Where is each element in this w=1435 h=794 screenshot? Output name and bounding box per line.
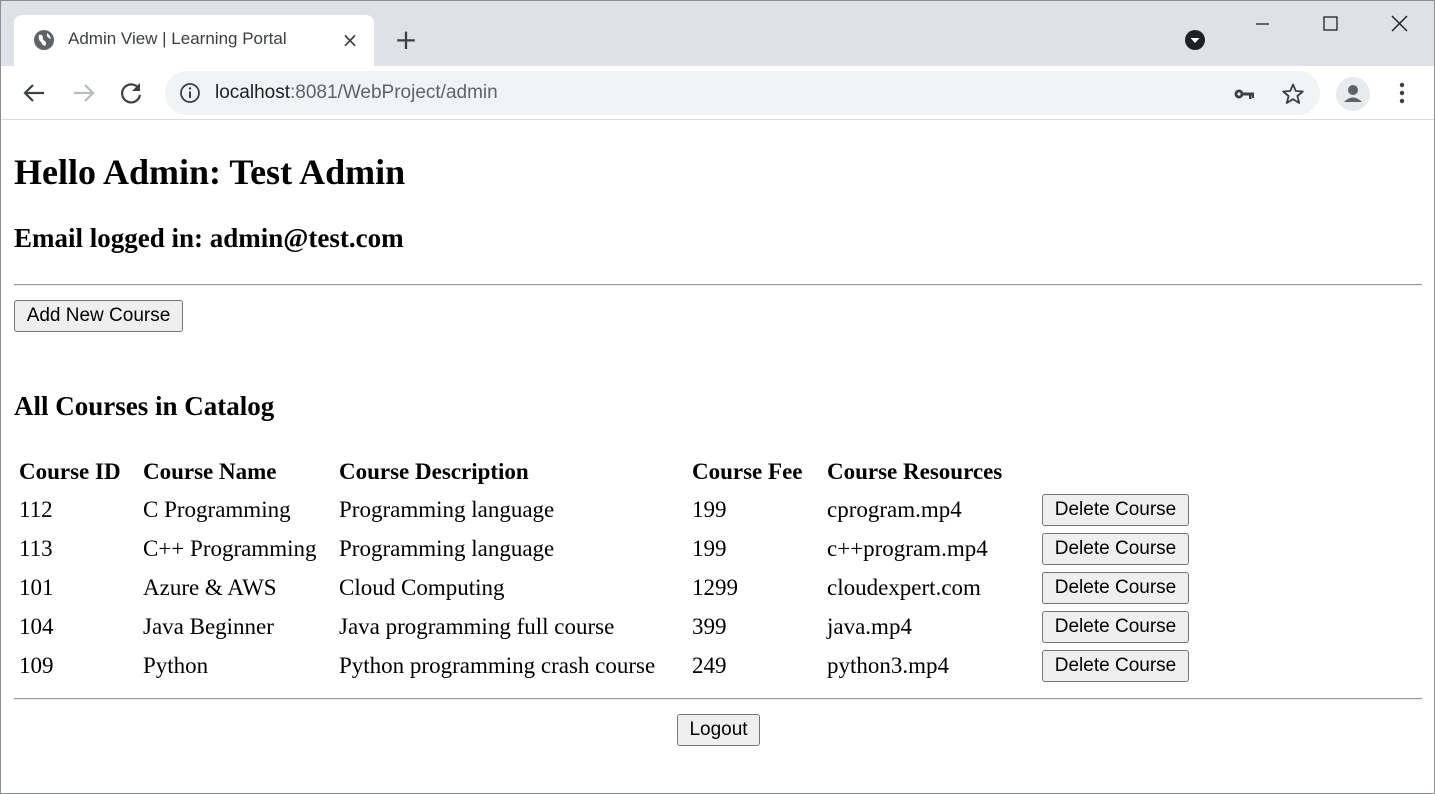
cell-course-name: Java Beginner <box>143 613 274 639</box>
cell-actions: Delete Course <box>1040 529 1200 568</box>
header-course-name: Course Name <box>143 459 277 484</box>
maximize-icon[interactable] <box>1310 9 1350 39</box>
browser-window: Admin View | Learning Portal × + localho… <box>0 0 1435 794</box>
divider <box>14 698 1422 700</box>
header-actions <box>1040 454 1200 490</box>
page-title: Hello Admin: Test Admin <box>14 152 406 192</box>
cell-course-resource: c++program.mp4 <box>827 535 988 561</box>
tab-search-icon[interactable] <box>1184 29 1206 51</box>
menu-icon[interactable] <box>1392 79 1412 107</box>
cell-course-description: Python programming crash course <box>339 652 656 678</box>
add-new-course-button[interactable]: Add New Course <box>14 300 183 332</box>
address-bar[interactable]: localhost:8081/WebProject/admin <box>165 71 1320 115</box>
close-window-icon[interactable] <box>1379 9 1419 39</box>
profile-button[interactable] <box>1336 77 1370 111</box>
cell-course-fee: 249 <box>692 652 727 678</box>
table-row: 113 C++ Programming Programming language… <box>17 529 1200 568</box>
forward-icon[interactable] <box>68 78 98 108</box>
info-icon[interactable] <box>179 82 201 104</box>
cell-course-description: Programming language <box>339 535 555 561</box>
delete-course-button[interactable]: Delete Course <box>1042 532 1189 565</box>
delete-course-button[interactable]: Delete Course <box>1042 493 1189 526</box>
cell-course-id: 104 <box>19 613 54 639</box>
table-row: 101 Azure & AWS Cloud Computing 1299 clo… <box>17 568 1200 607</box>
tab-title: Admin View | Learning Portal <box>68 29 287 48</box>
logout-button[interactable]: Logout <box>677 714 760 746</box>
cell-course-name: Azure & AWS <box>143 574 277 600</box>
cell-course-description: Java programming full course <box>339 613 615 639</box>
delete-course-button[interactable]: Delete Course <box>1042 571 1189 604</box>
new-tab-icon[interactable]: + <box>393 26 419 54</box>
minimize-icon[interactable] <box>1242 9 1282 39</box>
cell-course-id: 109 <box>19 652 54 678</box>
tab-close-icon[interactable]: × <box>339 29 361 51</box>
url-path: :8081/WebProject/admin <box>290 82 498 103</box>
cell-course-resource: cloudexpert.com <box>827 574 981 600</box>
table-header-row: Course ID Course Name Course Description… <box>17 454 1200 490</box>
profile-icon <box>1344 85 1362 102</box>
cell-course-resource: java.mp4 <box>827 613 912 639</box>
cell-actions: Delete Course <box>1040 646 1200 685</box>
cell-actions: Delete Course <box>1040 607 1200 646</box>
cell-actions: Delete Course <box>1040 490 1200 529</box>
email-heading: Email logged in: admin@test.com <box>14 223 404 253</box>
divider <box>14 284 1422 286</box>
globe-icon <box>34 30 54 50</box>
header-course-resources: Course Resources <box>827 459 1003 484</box>
cell-course-fee: 199 <box>692 535 727 561</box>
header-course-id: Course ID <box>19 459 121 484</box>
url-host: localhost <box>215 82 290 103</box>
courses-table: Course ID Course Name Course Description… <box>17 454 1200 685</box>
cell-course-id: 101 <box>19 574 54 600</box>
delete-course-button[interactable]: Delete Course <box>1042 610 1189 643</box>
cell-actions: Delete Course <box>1040 568 1200 607</box>
header-course-description: Course Description <box>339 459 529 484</box>
url-text[interactable]: localhost:8081/WebProject/admin <box>215 82 498 104</box>
star-icon[interactable] <box>1281 82 1305 106</box>
table-row: 104 Java Beginner Java programming full … <box>17 607 1200 646</box>
cell-course-fee: 399 <box>692 613 727 639</box>
cell-course-id: 113 <box>19 535 53 561</box>
cell-course-name: C++ Programming <box>143 535 317 561</box>
table-row: 112 C Programming Programming language 1… <box>17 490 1200 529</box>
tab-strip: Admin View | Learning Portal × + <box>1 1 1434 66</box>
browser-toolbar: localhost:8081/WebProject/admin <box>1 66 1434 120</box>
cell-course-name: Python <box>143 652 209 678</box>
delete-course-button[interactable]: Delete Course <box>1042 649 1189 682</box>
cell-course-name: C Programming <box>143 496 291 522</box>
cell-course-fee: 199 <box>692 496 727 522</box>
cell-course-fee: 1299 <box>692 574 738 600</box>
back-icon[interactable] <box>20 78 50 108</box>
cell-course-resource: python3.mp4 <box>827 652 950 678</box>
cell-course-resource: cprogram.mp4 <box>827 496 962 522</box>
cell-course-description: Cloud Computing <box>339 574 505 600</box>
key-icon[interactable] <box>1232 82 1256 106</box>
browser-tab[interactable]: Admin View | Learning Portal × <box>14 15 374 66</box>
table-row: 109 Python Python programming crash cour… <box>17 646 1200 685</box>
cell-course-id: 112 <box>19 496 53 522</box>
header-course-fee: Course Fee <box>692 459 803 484</box>
reload-icon[interactable] <box>116 78 146 108</box>
cell-course-description: Programming language <box>339 496 555 522</box>
catalog-heading: All Courses in Catalog <box>14 391 275 421</box>
